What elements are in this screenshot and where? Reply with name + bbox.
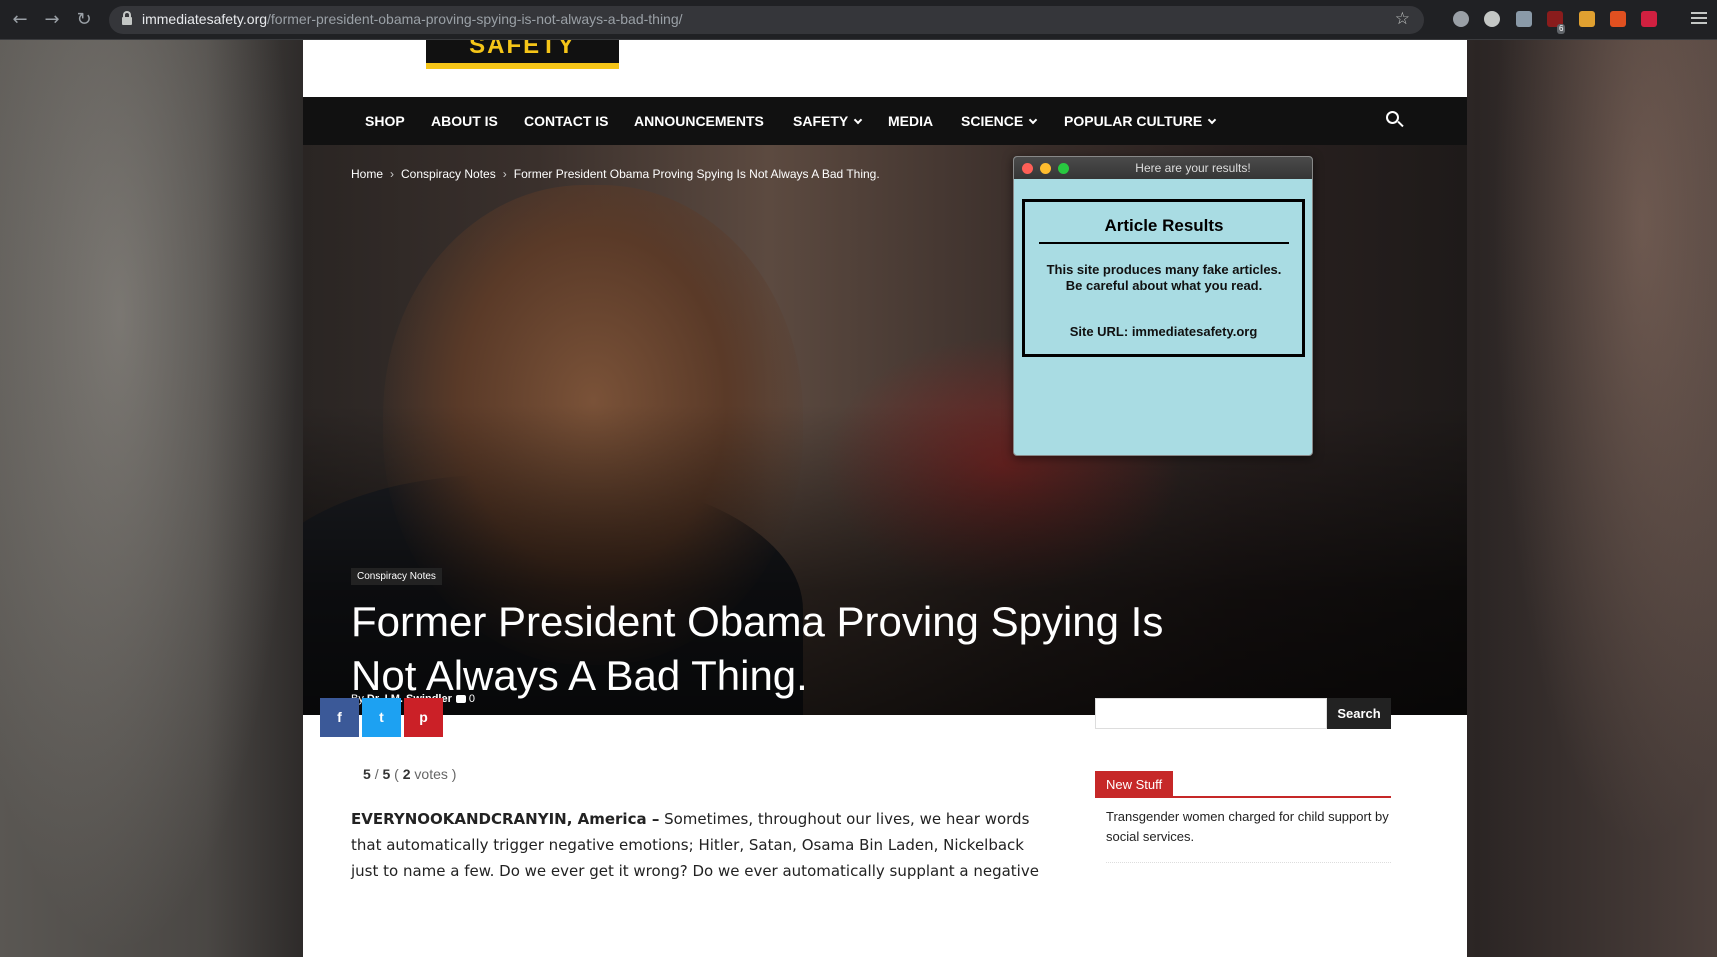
breadcrumb: Home › Conspiracy Notes › Former President O… (351, 167, 880, 181)
browser-menu-icon[interactable] (1691, 12, 1707, 26)
nav-item-shop[interactable]: SHOP (365, 97, 405, 145)
bookmark-star-icon[interactable]: ☆ (1395, 9, 1410, 29)
rating: 5 / 5 ( 2 votes ) (363, 766, 457, 782)
category-tag[interactable]: Conspiracy Notes (351, 568, 442, 585)
comment-icon[interactable] (455, 695, 466, 703)
rating-score: 5 (363, 766, 371, 782)
pinterest-icon: p (419, 709, 428, 725)
nav-item-science[interactable]: SCIENCE (961, 97, 1038, 145)
twitter-icon: t (379, 709, 384, 725)
chevron-down-icon (853, 115, 863, 125)
rating-votes-label: votes (414, 766, 448, 782)
results-popup-window: Here are your results! Article Results T… (1013, 156, 1313, 456)
extension-lock-icon[interactable] (1641, 11, 1657, 27)
logo-text: SAFETY (469, 40, 576, 59)
forward-arrow-icon[interactable]: → (41, 9, 63, 31)
results-site-url: Site URL: immediatesafety.org (1069, 324, 1258, 339)
site-logo[interactable]: SAFETY (426, 40, 619, 69)
url-text: immediatesafety.org/former-president-oba… (142, 11, 683, 27)
popup-title: Here are your results! (1135, 161, 1251, 175)
chevron-down-icon (1207, 115, 1217, 125)
browser-toolbar: ← → ↻ immediatesafety.org/former-preside… (0, 0, 1717, 40)
reload-icon[interactable]: ↻ (73, 9, 95, 31)
url-domain: immediatesafety.org (142, 11, 268, 27)
widget-item-link[interactable]: Transgender women charged for child supp… (1106, 807, 1391, 847)
rating-max: 5 (382, 766, 391, 782)
nav-item-about[interactable]: ABOUT IS (431, 97, 498, 145)
extension-js-icon[interactable] (1516, 11, 1532, 27)
comment-count[interactable]: 0 (469, 693, 475, 705)
sidebar-search-button[interactable]: Search (1327, 698, 1391, 729)
search-icon[interactable] (1386, 111, 1406, 131)
facebook-share-button[interactable]: f (320, 698, 359, 737)
main-nav: SHOP ABOUT IS CONTACT IS ANNOUNCEMENTS S… (303, 97, 1467, 145)
background-photo-left (0, 40, 300, 957)
breadcrumb-separator: › (390, 167, 395, 181)
twitter-share-button[interactable]: t (362, 698, 401, 737)
extension-badge: 6 (1557, 24, 1566, 34)
widget-title: New Stuff (1095, 771, 1174, 796)
sidebar-search-input[interactable] (1095, 698, 1327, 729)
extension-gear-icon[interactable] (1484, 11, 1500, 27)
rating-slash: / (374, 766, 379, 782)
widget-header: New Stuff (1095, 771, 1391, 798)
nav-item-popular-culture[interactable]: POPULAR CULTURE (1064, 97, 1217, 145)
article-title: Former President Obama Proving Spying Is… (351, 598, 1164, 699)
pinterest-share-button[interactable]: p (404, 698, 443, 737)
results-heading: Article Results (1039, 216, 1289, 244)
widget-divider (1106, 862, 1391, 863)
lock-icon (122, 11, 132, 26)
breadcrumb-current: Former President Obama Proving Spying Is… (513, 167, 880, 181)
breadcrumb-separator: › (502, 167, 507, 181)
address-bar[interactable]: immediatesafety.org/former-president-oba… (109, 6, 1424, 34)
back-arrow-icon[interactable]: ← (9, 9, 31, 31)
extension-circle-icon[interactable] (1453, 11, 1469, 27)
logo-bar: SAFETY (303, 40, 1467, 97)
breadcrumb-category[interactable]: Conspiracy Notes (401, 167, 496, 181)
extension-clipboard-icon[interactable] (1579, 11, 1595, 27)
nav-item-safety[interactable]: SAFETY (793, 97, 863, 145)
chevron-down-icon (1028, 115, 1038, 125)
extension-grid-icon[interactable] (1610, 11, 1626, 27)
results-panel: Article Results This site produces many … (1022, 199, 1305, 357)
nav-item-media[interactable]: MEDIA (888, 97, 933, 145)
rating-votes-count: 2 (402, 766, 411, 782)
nav-item-announcements[interactable]: ANNOUNCEMENTS (634, 97, 764, 145)
article-lead: EVERYNOOKANDCRANYIN, America – (351, 810, 660, 828)
facebook-icon: f (337, 709, 342, 725)
nav-item-contact[interactable]: CONTACT IS (524, 97, 609, 145)
breadcrumb-home[interactable]: Home (351, 167, 383, 181)
background-photo-right (1467, 40, 1717, 957)
popup-titlebar: Here are your results! (1014, 157, 1312, 179)
article-body: EVERYNOOKANDCRANYIN, America – Sometimes… (351, 806, 1051, 884)
results-message: This site produces many fake articles. B… (1046, 262, 1282, 293)
url-path: /former-president-obama-proving-spying-i… (267, 11, 683, 27)
